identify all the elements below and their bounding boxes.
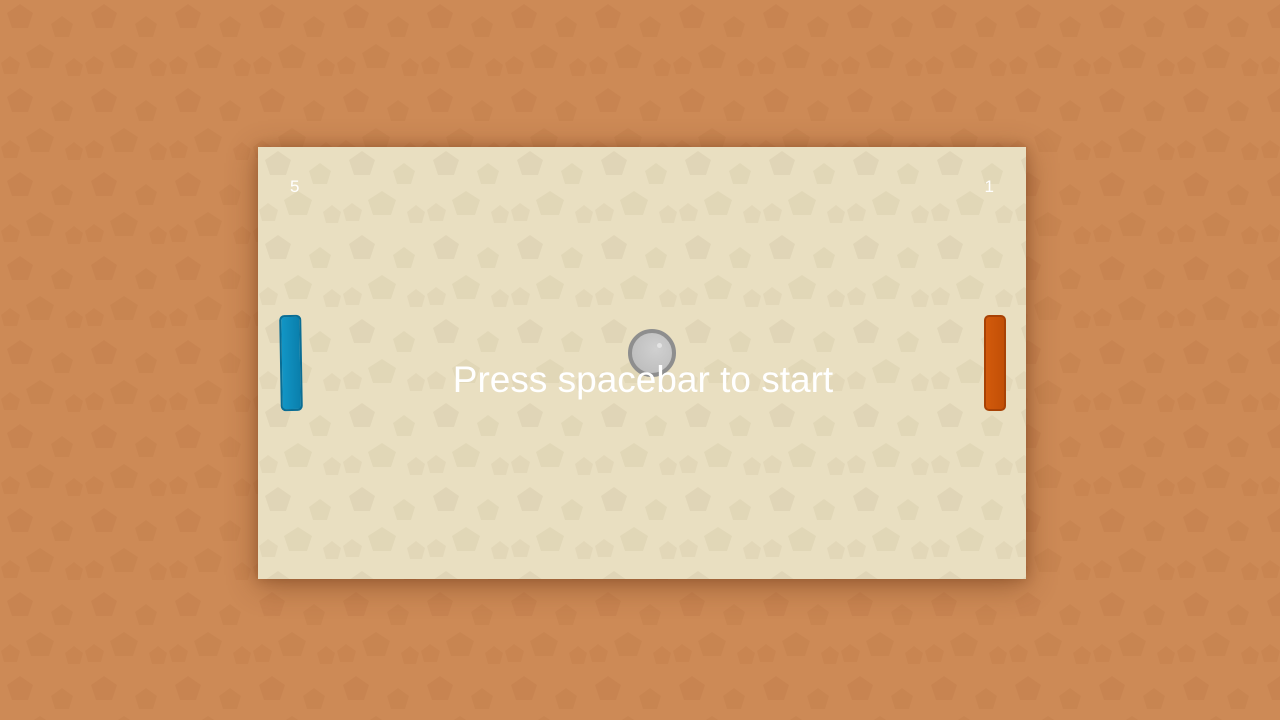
left-player-score: 5 — [290, 177, 300, 196]
right-player-score: 1 — [984, 177, 994, 196]
start-message: Press spacebar to start — [452, 359, 834, 400]
game-board[interactable]: 5 1 Press spacebar to start — [258, 147, 1026, 579]
ball-highlight — [657, 343, 662, 348]
